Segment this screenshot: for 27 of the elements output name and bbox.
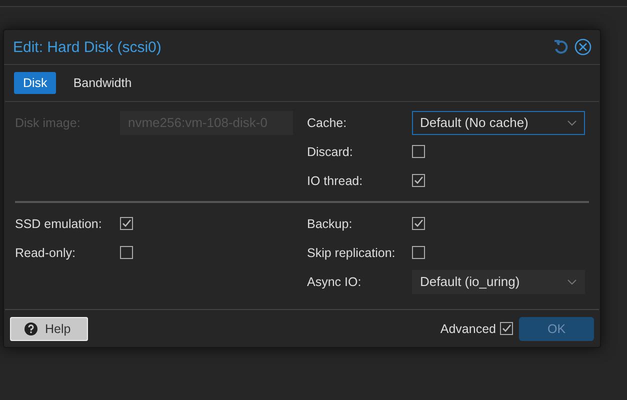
checkbox[interactable] — [120, 246, 133, 259]
reset-icon[interactable] — [553, 39, 569, 55]
field-label: SSD emulation: — [15, 216, 103, 230]
checkbox[interactable] — [412, 217, 425, 230]
chevron-down-icon — [567, 278, 577, 284]
field-label: Skip replication: — [307, 246, 396, 260]
dropdown-field[interactable]: Default (No cache) — [412, 110, 585, 134]
checkbox[interactable] — [412, 246, 425, 259]
close-icon[interactable] — [574, 38, 592, 56]
field-label: IO thread: — [307, 174, 364, 188]
field-label: Discard: — [307, 144, 354, 158]
chevron-down-icon — [567, 120, 577, 126]
field-label: Async IO: — [307, 274, 362, 288]
field-label: Read-only: — [15, 246, 76, 260]
advanced-checkbox[interactable] — [500, 322, 513, 335]
help-icon — [24, 322, 38, 336]
advanced-label: Advanced — [440, 322, 496, 336]
field-label: Backup: — [307, 216, 354, 230]
tab[interactable]: Disk — [14, 72, 56, 94]
checkbox[interactable] — [412, 174, 425, 187]
tab[interactable]: Bandwidth — [64, 72, 141, 94]
dropdown-field[interactable]: Default (io_uring) — [412, 270, 585, 294]
checkbox[interactable] — [412, 145, 425, 158]
field-label: Cache: — [307, 116, 348, 130]
help-button[interactable]: Help — [10, 316, 88, 340]
dialog-title: Edit: Hard Disk (scsi0) — [13, 38, 162, 56]
checkbox[interactable] — [120, 217, 133, 230]
